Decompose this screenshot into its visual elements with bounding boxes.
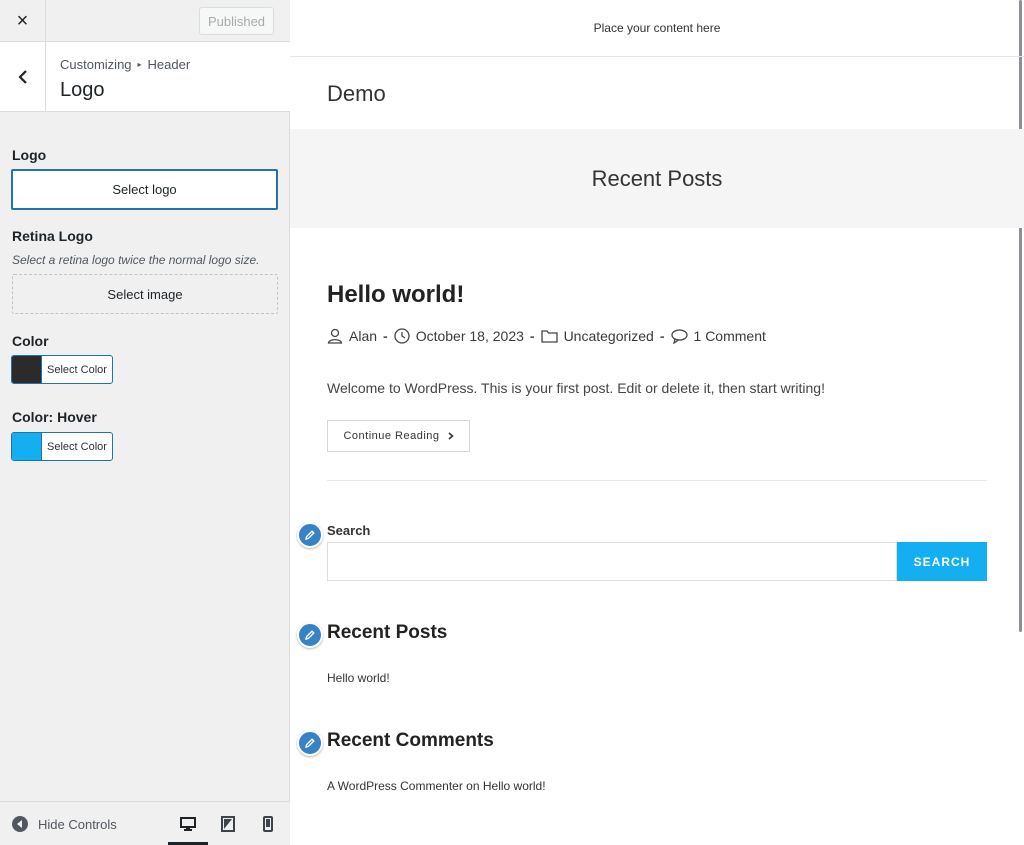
post-comments[interactable]: 1 Comment (694, 328, 766, 344)
select-image-button[interactable]: Select image (12, 274, 278, 314)
search-widget-label: Search (327, 523, 371, 538)
breadcrumb-separator: ▸ (137, 60, 142, 69)
customizer-topbar: × Published (0, 0, 290, 42)
folder-icon (540, 330, 558, 343)
mobile-icon (263, 816, 273, 832)
clock-icon (394, 328, 410, 344)
hide-controls-button[interactable]: Hide Controls (12, 802, 117, 845)
close-customizer-button[interactable]: × (0, 0, 46, 42)
comment-icon (670, 328, 688, 344)
comment-author-link[interactable]: A WordPress Commenter (327, 779, 463, 793)
color-swatch (12, 356, 42, 383)
close-icon: × (16, 9, 29, 32)
post-title[interactable]: Hello world! (327, 281, 464, 309)
breadcrumb: Customizing ▸ Header (60, 57, 190, 72)
logo-label: Logo (12, 147, 47, 163)
color-label: Color (12, 333, 49, 349)
site-preview: Place your content here Demo Recent Post… (290, 0, 1024, 845)
hide-controls-label: Hide Controls (38, 816, 117, 832)
collapse-arrow-icon (12, 816, 28, 832)
continue-reading-button[interactable]: Continue Reading (327, 420, 470, 452)
search-button[interactable]: SEARCH (897, 542, 987, 581)
post-category[interactable]: Uncategorized (564, 328, 654, 344)
search-input[interactable] (327, 542, 897, 581)
published-button[interactable]: Published (199, 7, 274, 35)
desktop-preview-button[interactable] (168, 802, 208, 845)
chevron-left-icon (17, 70, 27, 84)
color-picker-button[interactable]: Select Color (11, 355, 113, 384)
section-header: Customizing ▸ Header Logo (0, 42, 290, 112)
color-hover-picker-label: Select Color (47, 440, 107, 453)
post-divider (327, 480, 987, 481)
breadcrumb-parent: Customizing (60, 57, 132, 72)
recent-post-link[interactable]: Hello world! (327, 671, 390, 685)
post-excerpt: Welcome to WordPress. This is your first… (327, 380, 825, 396)
select-logo-button[interactable]: Select logo (11, 169, 278, 210)
user-icon (327, 328, 343, 344)
color-hover-picker-button[interactable]: Select Color (11, 432, 113, 461)
desktop-icon (180, 817, 196, 831)
mobile-preview-button[interactable] (248, 802, 288, 845)
edit-recent-comments-widget-button[interactable] (297, 730, 323, 756)
comment-on-text: on (466, 779, 480, 793)
pencil-icon (305, 530, 315, 540)
customizer-sidebar: × Published Customizing ▸ Header Logo Lo… (0, 0, 290, 845)
pencil-icon (305, 630, 315, 640)
color-picker-label: Select Color (47, 363, 107, 376)
post-author[interactable]: Alan (349, 328, 377, 344)
post-date: October 18, 2023 (415, 328, 524, 344)
recent-post-link-text[interactable]: Hello world! (327, 671, 390, 685)
section-title: Logo (60, 79, 105, 101)
chevron-right-icon (448, 432, 454, 440)
color-hover-swatch (12, 433, 42, 460)
top-bar-text: Place your content here (290, 0, 1024, 57)
tablet-preview-button[interactable] (208, 802, 248, 845)
site-title[interactable]: Demo (327, 81, 386, 107)
pencil-icon (305, 738, 315, 748)
post-meta: Alan - October 18, 2023 - Uncategorized … (327, 328, 766, 344)
back-button[interactable] (0, 42, 46, 112)
retina-logo-description: Select a retina logo twice the normal lo… (12, 253, 260, 267)
continue-reading-label: Continue Reading (343, 430, 440, 442)
comment-post-link[interactable]: Hello world! (483, 779, 546, 793)
recent-comments-widget-title: Recent Comments (327, 730, 494, 751)
retina-logo-label: Retina Logo (12, 228, 93, 244)
recent-comment-item: A WordPress Commenter on Hello world! (327, 779, 546, 793)
edit-search-widget-button[interactable] (297, 522, 323, 548)
color-hover-label: Color: Hover (12, 409, 97, 425)
preview-scrollbar[interactable] (1019, 0, 1022, 632)
recent-posts-widget-title: Recent Posts (327, 622, 448, 643)
edit-recent-posts-widget-button[interactable] (297, 622, 323, 648)
customizer-footer: Hide Controls (0, 801, 290, 845)
page-header-title: Recent Posts (290, 129, 1024, 228)
tablet-icon (221, 816, 235, 832)
breadcrumb-current: Header (147, 57, 191, 72)
